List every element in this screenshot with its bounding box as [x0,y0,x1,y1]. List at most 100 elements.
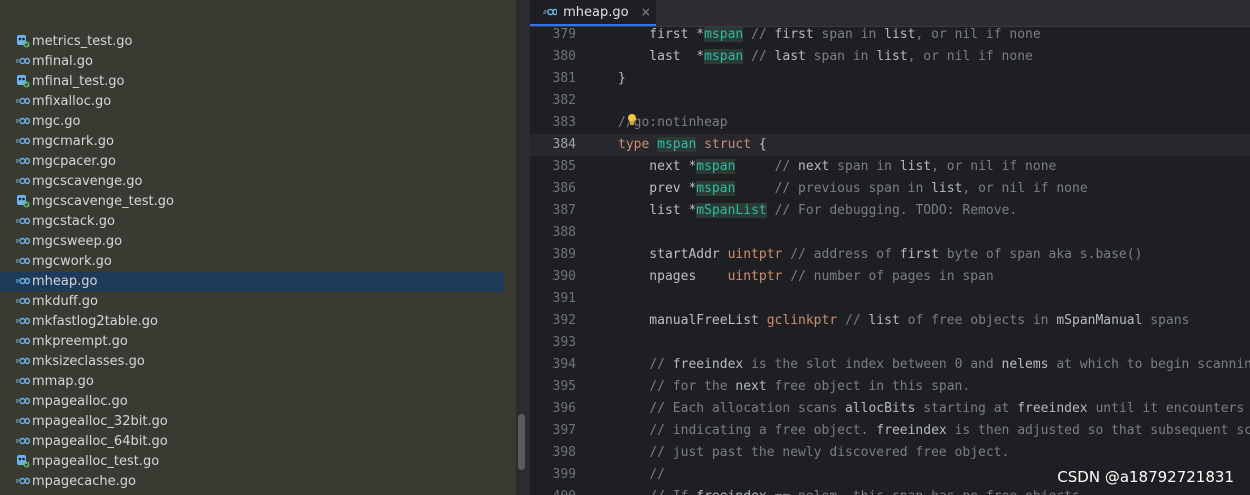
code-line[interactable]: 383//go:notinheap [530,112,1250,134]
line-number: 380 [552,49,576,64]
file-item[interactable]: mfinal.go [0,52,516,72]
code-line[interactable]: 388 [530,222,1250,244]
code-line[interactable]: 385 next *mspan // next span in list, or… [530,156,1250,178]
file-name: mpagealloc_32bit.go [32,414,168,429]
file-name: mpagealloc.go [32,394,128,409]
go-test-file-icon [17,75,30,88]
file-item[interactable]: mgc.go [0,112,516,132]
code-line[interactable]: 384 type mspan struct { [530,134,1250,156]
line-number: 379 [552,27,576,42]
file-name: mpagecache.go [32,474,136,489]
file-item[interactable]: mmap.go [0,372,516,392]
file-item[interactable]: mgcwork.go [0,252,516,272]
file-name: mgcpacer.go [32,154,116,169]
file-item[interactable]: mksizeclasses.go [0,352,516,372]
watermark-text: CSDN @a18792721831 [1057,468,1234,486]
go-file-icon [16,157,30,165]
file-item[interactable]: mpagealloc_32bit.go [0,412,516,432]
code-line[interactable]: 380 last *mspan // last span in list, or… [530,46,1250,68]
line-number: 385 [552,159,576,174]
file-item[interactable]: mpagealloc_test.go [0,452,516,472]
line-number: 397 [552,423,576,438]
go-file-icon [16,397,30,405]
code-line[interactable]: 392 manualFreeList gclinkptr // list of … [530,310,1250,332]
code-line[interactable]: 395 // for the next free object in this … [530,376,1250,398]
file-name: mgc.go [32,114,81,129]
project-tree-scrollbar[interactable] [518,414,525,470]
file-item[interactable]: mheap.go [0,272,504,292]
file-item[interactable]: mgcstack.go [0,212,516,232]
go-test-file-icon [17,35,30,48]
line-number: 400 [530,486,576,495]
go-file-icon [16,417,30,425]
line-number: 395 [552,379,576,394]
go-test-file-icon [17,195,30,208]
file-item[interactable]: mgcscavenge_test.go [0,192,516,212]
code-line[interactable]: 382 [530,90,1250,112]
line-number: 381 [552,71,576,86]
file-item[interactable]: mkduff.go [0,292,516,312]
file-item[interactable]: metrics_test.go [0,32,516,52]
code-line[interactable]: 390 npages uintptr // number of pages in… [530,266,1250,288]
code-text: startAddr uintptr // address of first by… [618,247,1143,262]
file-name: mgcsweep.go [32,234,123,249]
code-line[interactable]: 389 startAddr uintptr // address of firs… [530,244,1250,266]
file-item[interactable]: mpagecache.go [0,472,516,492]
file-item[interactable]: mkfastlog2table.go [0,312,516,332]
go-file-icon [16,377,30,385]
file-list: metrics_test.go mfinal.go mfinal_test.go mf… [0,32,516,492]
code-line[interactable]: 393 [530,332,1250,354]
tab-mheap-go[interactable]: mheap.go × [530,0,656,26]
code-line[interactable]: 400 // If freeindex == nelem, this span … [530,486,1250,495]
file-name: mgcscavenge.go [32,174,143,189]
go-file-icon [16,437,30,445]
code-line[interactable]: 391 [530,288,1250,310]
file-item[interactable]: mfinal_test.go [0,72,516,92]
code-area[interactable]: 379 first *mspan // first span in list, … [530,24,1250,495]
tab-label: mheap.go [563,5,629,20]
code-text: type mspan struct { [618,137,767,152]
line-number: 388 [552,225,576,240]
file-name: mfinal.go [32,54,94,69]
line-number: 398 [552,445,576,460]
go-file-icon [16,57,30,65]
code-line[interactable]: 398 // just past the newly discovered fr… [530,442,1250,464]
lightbulb-icon[interactable] [626,113,638,127]
file-item[interactable]: mpagealloc.go [0,392,516,412]
file-item[interactable]: mgcscavenge.go [0,172,516,192]
code-line[interactable]: 396 // Each allocation scans allocBits s… [530,398,1250,420]
file-name: mgcstack.go [32,214,115,229]
code-line[interactable]: 386 prev *mspan // previous span in list… [530,178,1250,200]
file-item[interactable]: mgcsweep.go [0,232,516,252]
line-number: 383 [552,115,576,130]
file-item[interactable]: mgcpacer.go [0,152,516,172]
go-file-icon [16,477,30,485]
file-name: metrics_test.go [32,34,133,49]
code-line[interactable]: 397 // indicating a free object. freeind… [530,420,1250,442]
code-line[interactable]: 381} [530,68,1250,90]
file-name: mgcmark.go [32,134,114,149]
file-name: mkfastlog2table.go [32,314,158,329]
line-number: 396 [552,401,576,416]
code-text: // just past the newly discovered free o… [649,445,1010,460]
file-item[interactable]: mgcmark.go [0,132,516,152]
editor-tab-bar: mheap.go × [530,0,1250,27]
file-item[interactable]: mpagealloc_64bit.go [0,432,516,452]
code-line[interactable]: 379 first *mspan // first span in list, … [530,24,1250,46]
go-file-icon [543,8,557,15]
file-name: mkpreempt.go [32,334,128,349]
file-name: mheap.go [32,274,98,289]
code-text: // If freeindex == nelem, this span has … [618,486,1087,495]
go-file-icon [16,117,30,125]
file-item[interactable]: mkpreempt.go [0,332,516,352]
line-number: 393 [552,335,576,350]
go-test-file-icon [17,455,30,468]
line-number: 392 [552,313,576,328]
code-editor[interactable]: mheap.go × 379 first *mspan // first spa… [530,0,1250,495]
code-line[interactable]: 387 list *mSpanList // For debugging. TO… [530,200,1250,222]
go-file-icon [16,97,30,105]
line-number: 382 [552,93,576,108]
code-line[interactable]: 394 // freeindex is the slot index betwe… [530,354,1250,376]
file-item[interactable]: mfixalloc.go [0,92,516,112]
close-tab-icon[interactable]: × [641,5,651,19]
